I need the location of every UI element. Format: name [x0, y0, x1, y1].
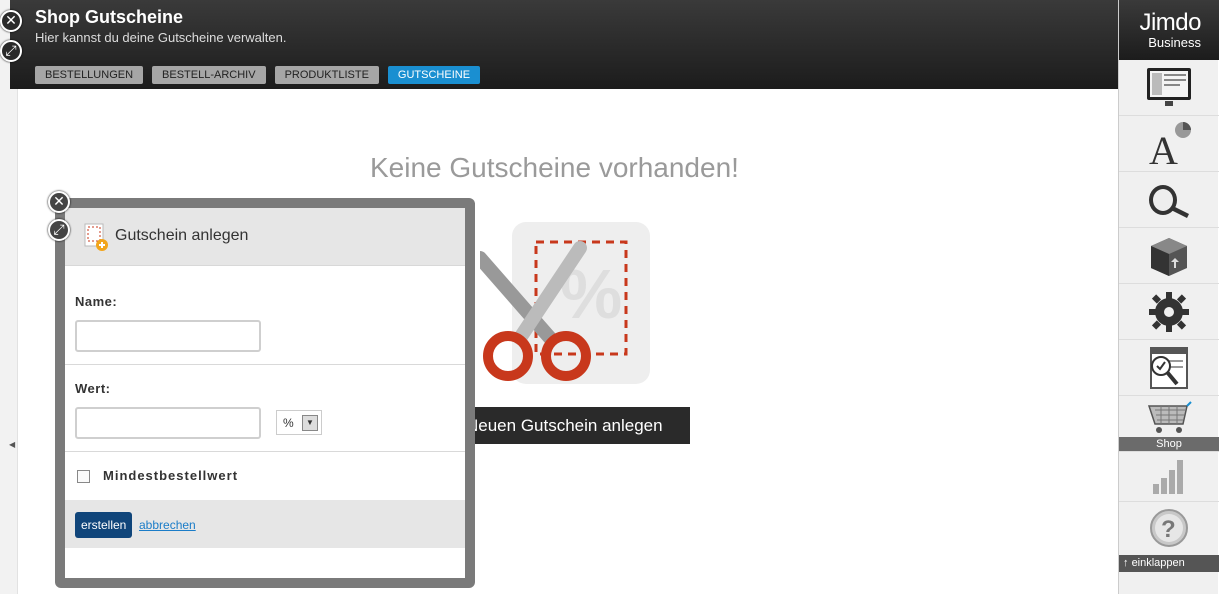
svg-text:A: A — [1149, 128, 1178, 168]
value-label: Wert: — [75, 381, 111, 396]
divider — [65, 451, 465, 452]
left-collapse-strip[interactable]: ◀ — [0, 0, 18, 594]
chevron-left-icon[interactable]: ◀ — [9, 440, 15, 449]
collapse-label: einklappen — [1131, 557, 1185, 569]
sidebar-item-shop[interactable]: Shop — [1119, 396, 1219, 452]
sidebar-item-statistics[interactable] — [1119, 446, 1219, 502]
new-document-icon — [84, 223, 108, 251]
tab-produktliste[interactable]: PRODUKTLISTE — [274, 66, 379, 84]
tab-bestellungen[interactable]: BESTELLUNGEN — [35, 66, 144, 84]
popout-icon[interactable]: ⤢ — [0, 40, 22, 62]
svg-text:?: ? — [1161, 516, 1176, 543]
dialog-close-icon[interactable]: ✕ — [48, 191, 70, 213]
value-field[interactable] — [75, 407, 261, 439]
collapse-button[interactable]: ↑ einklappen — [1119, 555, 1219, 572]
sidebar-item-marketing[interactable] — [1119, 172, 1219, 228]
bar-chart-icon — [1153, 459, 1183, 494]
sidebar-item-addons[interactable] — [1119, 228, 1219, 284]
divider — [65, 364, 465, 365]
help-icon: ? — [1150, 508, 1188, 547]
shopping-cart-icon — [1147, 400, 1192, 433]
cancel-link[interactable]: abbrechen — [139, 518, 196, 532]
sidebar-item-design[interactable]: A — [1119, 116, 1219, 172]
design-icon: A — [1149, 121, 1191, 168]
sidebar-item-help[interactable]: ? — [1119, 500, 1219, 556]
new-coupon-button[interactable]: Neuen Gutschein anlegen — [458, 407, 690, 444]
tab-bestell-archiv[interactable]: BESTELL-ARCHIV — [152, 66, 266, 84]
megaphone-icon — [1149, 184, 1189, 218]
gear-icon — [1149, 291, 1189, 332]
create-button[interactable]: erstellen — [75, 512, 133, 538]
dialog-popout-icon[interactable]: ⤢ — [48, 219, 70, 241]
create-coupon-dialog: Gutschein anlegen Name: Wert: % ▼ Mindes… — [55, 198, 475, 588]
logo-text: Jimdo — [1139, 9, 1201, 36]
tab-bar: BESTELLUNGEN BESTELL-ARCHIV PRODUKTLISTE… — [35, 66, 481, 84]
arrow-up-icon: ↑ — [1123, 557, 1129, 569]
box-icon — [1151, 237, 1187, 276]
layout-icon — [1147, 67, 1191, 106]
seo-magnifier-icon — [1150, 346, 1188, 389]
dialog-title: Gutschein anlegen — [115, 227, 249, 244]
dialog-header: Gutschein anlegen — [65, 208, 465, 266]
sidebar-item-layout[interactable] — [1119, 60, 1219, 116]
page-header: Shop Gutscheine Hier kannst du deine Gut… — [10, 0, 1118, 89]
admin-sidebar: Jimdo Business A Shop ? ↑ einklappen — [1118, 0, 1219, 594]
brand-logo: Jimdo Business — [1119, 0, 1219, 60]
name-label: Name: — [75, 294, 118, 309]
dialog-footer: erstellen abbrechen — [65, 500, 465, 548]
tab-gutscheine[interactable]: GUTSCHEINE — [387, 66, 481, 84]
unit-selected-value: % — [283, 416, 294, 430]
empty-state-title: Keine Gutscheine vorhanden! — [370, 152, 739, 183]
close-icon[interactable]: ✕ — [0, 10, 22, 32]
app-frame: ◀ Shop Gutscheine Hier kannst du deine G… — [0, 0, 1220, 594]
sidebar-item-settings[interactable] — [1119, 284, 1219, 340]
dialog-body: Gutschein anlegen Name: Wert: % ▼ Mindes… — [65, 208, 465, 578]
page-title: Shop Gutscheine — [35, 7, 184, 27]
sidebar-item-seo[interactable] — [1119, 340, 1219, 396]
name-field[interactable] — [75, 320, 261, 352]
chevron-down-icon[interactable]: ▼ — [302, 415, 318, 431]
plan-text: Business — [1148, 35, 1201, 50]
coupon-scissors-icon: % — [480, 222, 650, 384]
min-order-label: Mindestbestellwert — [103, 468, 239, 483]
min-order-checkbox[interactable] — [77, 470, 90, 483]
unit-select[interactable]: % ▼ — [276, 410, 322, 435]
page-subtitle: Hier kannst du deine Gutscheine verwalte… — [35, 30, 287, 45]
